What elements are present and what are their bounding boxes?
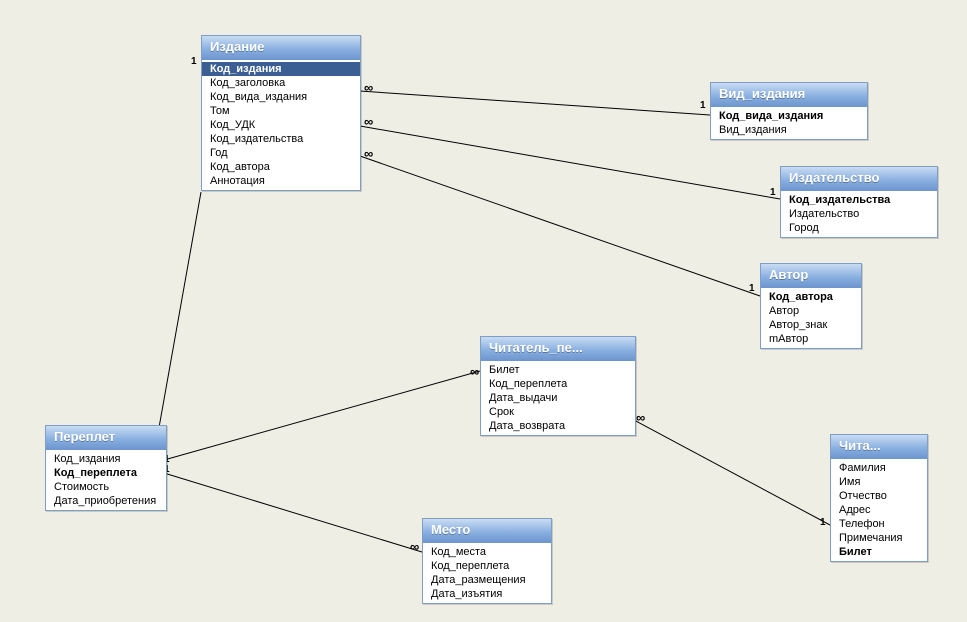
table-field-list: Код_издательстваИздательствоГород — [781, 191, 937, 237]
table-field-list: Код_автораАвторАвтор_знакmАвтор — [761, 288, 861, 348]
cardinality-many: ∞ — [410, 539, 419, 554]
cardinality-many: ∞ — [470, 364, 479, 379]
table-field[interactable]: Код_заголовка — [202, 76, 360, 90]
table-field[interactable]: Код_издательства — [781, 193, 937, 207]
table-field[interactable]: Вид_издания — [711, 123, 867, 137]
table-field[interactable]: Имя — [831, 475, 927, 489]
table-field[interactable]: Автор — [761, 304, 861, 318]
table-field-list: Код_изданияКод_переплетаСтоимостьДата_пр… — [46, 450, 166, 510]
table-header[interactable]: Место — [423, 519, 551, 543]
table-field[interactable]: Код_вида_издания — [711, 109, 867, 123]
table-field[interactable]: Телефон — [831, 517, 927, 531]
table-chita[interactable]: Чита...ФамилияИмяОтчествоАдресТелефонПри… — [830, 434, 928, 562]
cardinality-one: 1 — [749, 283, 755, 294]
table-field[interactable]: Аннотация — [202, 174, 360, 188]
table-field[interactable]: Билет — [481, 363, 635, 377]
table-field[interactable]: Код_УДК — [202, 118, 360, 132]
table-header[interactable]: Переплет — [46, 426, 166, 450]
table-field[interactable]: Код_места — [423, 545, 551, 559]
table-field[interactable]: Фамилия — [831, 461, 927, 475]
table-field[interactable]: Том — [202, 104, 360, 118]
table-field-list: БилетКод_переплетаДата_выдачиСрокДата_во… — [481, 361, 635, 435]
cardinality-many: ∞ — [636, 410, 645, 425]
table-field[interactable]: Билет — [831, 545, 927, 559]
table-field[interactable]: Отчество — [831, 489, 927, 503]
table-field[interactable]: Город — [781, 221, 937, 235]
table-header[interactable]: Вид_издания — [711, 83, 867, 107]
table-header[interactable]: Чита... — [831, 435, 927, 459]
table-field[interactable]: mАвтор — [761, 332, 861, 346]
table-field[interactable]: Дата_приобретения — [46, 494, 166, 508]
table-field-list: Код_местаКод_переплетаДата_размещенияДат… — [423, 543, 551, 603]
table-field[interactable]: Издательство — [781, 207, 937, 221]
table-field[interactable]: Дата_выдачи — [481, 391, 635, 405]
table-field[interactable]: Код_издательства — [202, 132, 360, 146]
table-header[interactable]: Издание — [202, 36, 360, 60]
table-chitatel-pe[interactable]: Читатель_пе...БилетКод_переплетаДата_выд… — [480, 336, 636, 436]
table-field[interactable]: Код_переплета — [481, 377, 635, 391]
table-field[interactable]: Код_переплета — [423, 559, 551, 573]
table-header[interactable]: Читатель_пе... — [481, 337, 635, 361]
table-field[interactable]: Код_переплета — [46, 466, 166, 480]
table-field[interactable]: Автор_знак — [761, 318, 861, 332]
table-izdanie[interactable]: ИзданиеКод_изданияКод_заголовкаКод_вида_… — [201, 35, 361, 191]
table-pereplet[interactable]: ПереплетКод_изданияКод_переплетаСтоимост… — [45, 425, 167, 511]
table-field-list: Код_вида_изданияВид_издания — [711, 107, 867, 139]
table-field[interactable]: Код_автора — [202, 160, 360, 174]
table-field[interactable]: Код_вида_издания — [202, 90, 360, 104]
table-vid-izdaniya[interactable]: Вид_изданияКод_вида_изданияВид_издания — [710, 82, 868, 140]
table-mesto[interactable]: МестоКод_местаКод_переплетаДата_размещен… — [422, 518, 552, 604]
table-field[interactable]: Примечания — [831, 531, 927, 545]
table-field[interactable]: Стоимость — [46, 480, 166, 494]
cardinality-many: ∞ — [364, 80, 373, 95]
er-diagram-canvas: 1 ∞ 1 ∞ 1 ∞ 1 ∞ 1 ∞ 1 ∞ ∞ 1 ИзданиеКод_и… — [0, 0, 967, 622]
table-field[interactable]: Дата_возврата — [481, 419, 635, 433]
table-avtor[interactable]: АвторКод_автораАвторАвтор_знакmАвтор — [760, 263, 862, 349]
table-header[interactable]: Издательство — [781, 167, 937, 191]
cardinality-one: 1 — [820, 517, 826, 528]
table-field[interactable]: Год — [202, 146, 360, 160]
table-field[interactable]: Код_издания — [202, 62, 360, 76]
table-field[interactable]: Код_издания — [46, 452, 166, 466]
table-izdatelstvo[interactable]: ИздательствоКод_издательстваИздательство… — [780, 166, 938, 238]
table-field[interactable]: Дата_изъятия — [423, 587, 551, 601]
cardinality-one: 1 — [700, 100, 706, 111]
table-field[interactable]: Адрес — [831, 503, 927, 517]
table-field[interactable]: Дата_размещения — [423, 573, 551, 587]
table-field-list: Код_изданияКод_заголовкаКод_вида_издания… — [202, 60, 360, 190]
cardinality-one: 1 — [191, 56, 197, 67]
table-field[interactable]: Срок — [481, 405, 635, 419]
cardinality-one: 1 — [770, 187, 776, 198]
table-field-list: ФамилияИмяОтчествоАдресТелефонПримечания… — [831, 459, 927, 561]
table-field[interactable]: Код_автора — [761, 290, 861, 304]
cardinality-many: ∞ — [364, 114, 373, 129]
table-header[interactable]: Автор — [761, 264, 861, 288]
cardinality-many: ∞ — [364, 146, 373, 161]
